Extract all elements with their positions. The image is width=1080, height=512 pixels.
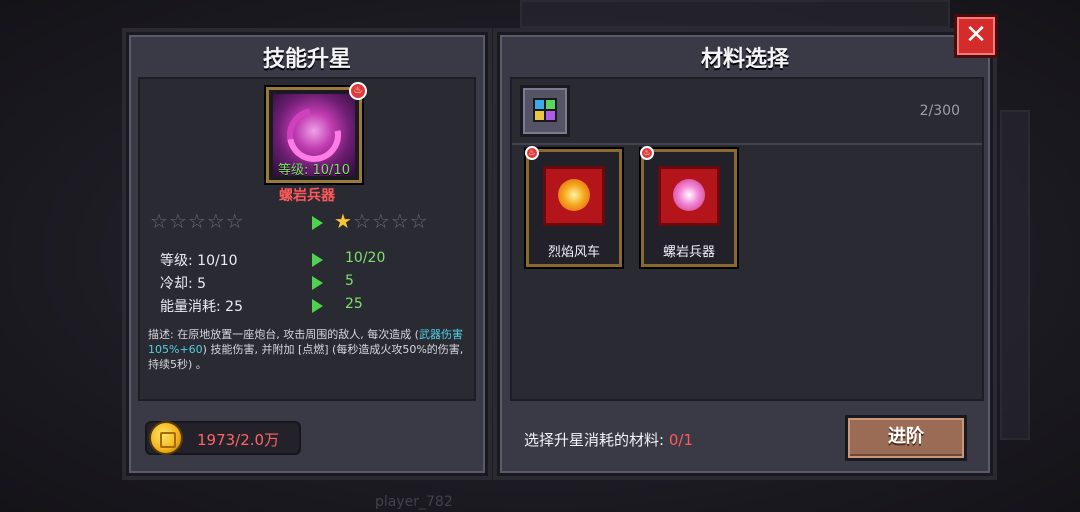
stat-cooldown-label: 冷却: 5	[160, 276, 207, 292]
advance-button[interactable]: 进阶	[845, 415, 967, 461]
material-name: 螺岩兵器	[662, 245, 715, 260]
fire-swirl-icon	[558, 179, 590, 211]
stat-cooldown-next: 5	[345, 273, 354, 289]
select-count: 0/1	[668, 431, 693, 449]
divider	[512, 143, 982, 145]
skill-name: 螺岩兵器	[279, 188, 335, 204]
material-select-panel: 材料选择 2/300 ♨ 烈焰风车 ♨ 螺岩兵器 选择升星消耗的材料: 0/1 …	[497, 32, 993, 476]
gold-amount: 1973/2.0万	[197, 431, 280, 449]
background-side-panel	[1000, 110, 1030, 440]
star-empty-icon: ☆	[371, 209, 391, 233]
select-label: 选择升星消耗的材料:	[524, 431, 665, 449]
skill-info-area: ♨ 等级: 10/10 螺岩兵器 ☆☆☆☆☆ ★☆☆☆☆ 等级: 10/10 1…	[138, 77, 476, 401]
star-empty-icon: ☆	[225, 209, 245, 233]
grid-filter-icon	[533, 98, 557, 122]
stat-level-label: 等级: 10/10	[160, 253, 238, 269]
arrow-right-icon	[312, 276, 323, 290]
gold-coin-icon	[149, 421, 183, 455]
select-material-status: 选择升星消耗的材料: 0/1	[524, 429, 693, 450]
skill-icon-frame[interactable]: ♨ 等级: 10/10	[266, 82, 367, 183]
star-empty-icon: ☆	[409, 209, 429, 233]
skill-book-icon	[658, 166, 720, 226]
skill-panel-title: 技能升星	[262, 47, 351, 72]
background-hud-top	[520, 0, 950, 28]
close-button[interactable]: ✕	[954, 14, 998, 58]
pink-swirl-icon	[673, 179, 705, 211]
next-stars: ★☆☆☆☆	[334, 209, 429, 233]
flame-icon: ♨	[349, 82, 367, 100]
skill-description: 描述: 在原地放置一座炮台, 攻击周围的敌人, 每次造成 (武器伤害105%+6…	[148, 327, 470, 372]
star-empty-icon: ☆	[187, 209, 207, 233]
current-stars: ☆☆☆☆☆	[150, 209, 245, 233]
material-count: 2/300	[919, 103, 960, 119]
filter-button[interactable]	[520, 85, 570, 137]
material-name: 烈焰风车	[547, 245, 600, 260]
material-item-flame-windmill[interactable]: ♨ 烈焰风车	[525, 146, 622, 267]
material-panel-title: 材料选择	[700, 47, 789, 72]
star-empty-icon: ☆	[168, 209, 188, 233]
star-empty-icon: ☆	[352, 209, 372, 233]
star-empty-icon: ☆	[206, 209, 226, 233]
flame-icon: ♨	[640, 146, 654, 160]
skill-star-panel: 技能升星 ♨ 等级: 10/10 螺岩兵器 ☆☆☆☆☆ ★☆☆☆☆ 等级: 10…	[126, 32, 488, 476]
star-empty-icon: ☆	[150, 209, 169, 233]
gold-counter: 1973/2.0万	[145, 421, 301, 455]
background-player-label: player_782	[375, 494, 453, 510]
skill-level-label: 等级: 10/10	[278, 163, 350, 178]
star-filled-icon: ★	[334, 209, 353, 233]
stat-energy-label: 能量消耗: 25	[160, 299, 243, 315]
stat-energy-next: 25	[345, 296, 363, 312]
arrow-right-icon	[312, 253, 323, 267]
skill-book-icon	[543, 166, 605, 226]
description-text: 描述: 在原地放置一座炮台, 攻击周围的敌人, 每次造成 (	[148, 328, 419, 341]
material-list-area: 2/300 ♨ 烈焰风车 ♨ 螺岩兵器	[510, 77, 984, 401]
star-empty-icon: ☆	[390, 209, 410, 233]
stat-level-next: 10/20	[345, 250, 386, 266]
flame-icon: ♨	[525, 146, 539, 160]
arrow-right-icon	[312, 299, 323, 313]
material-item-rock-weapon[interactable]: ♨ 螺岩兵器	[640, 146, 737, 267]
arrow-right-icon	[312, 216, 323, 230]
